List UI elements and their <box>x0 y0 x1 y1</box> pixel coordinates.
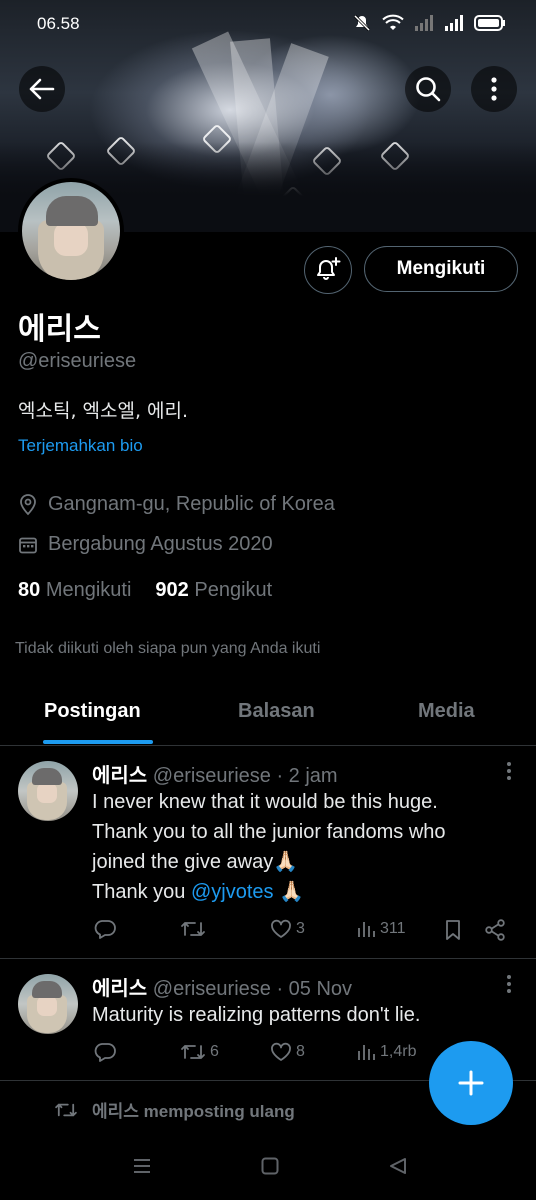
follow-counts: 80 Mengikuti 902 Pengikut <box>18 579 272 602</box>
repost-notice-text: 에리스 memposting ulang <box>92 1102 295 1121</box>
views-count: 311 <box>380 920 406 937</box>
more-vertical-icon <box>491 77 497 101</box>
profile-tabs: Postingan Balasan Media <box>0 690 536 746</box>
home-icon[interactable] <box>260 1156 280 1176</box>
followers-label: Pengikut <box>194 579 273 601</box>
bookmark-icon <box>446 920 460 940</box>
compose-post-button[interactable] <box>429 1041 513 1125</box>
post-text-line: joined the give away🙏🏻 <box>92 851 299 873</box>
post-author-name: 에리스 <box>92 763 148 787</box>
tab-media[interactable]: Media <box>418 700 475 723</box>
like-count: 8 <box>296 1043 305 1060</box>
back-button[interactable] <box>19 66 65 112</box>
joined-text: Bergabung Agustus 2020 <box>48 533 273 555</box>
post-text: I never knew that it would be this huge.… <box>92 787 522 907</box>
views-icon <box>358 1045 375 1060</box>
like-button[interactable]: 8 <box>270 1042 305 1062</box>
post-author-handle: @eriseuriese <box>152 978 271 1000</box>
post-text-segment: Thank you <box>92 881 191 903</box>
search-button[interactable] <box>405 66 451 112</box>
reply-button[interactable] <box>94 1042 120 1062</box>
repost-count: 6 <box>210 1043 219 1060</box>
reply-icon <box>94 1043 116 1062</box>
post-text-line: Thank you @yjvotes 🙏🏻 <box>92 877 522 907</box>
bookmark-button[interactable] <box>444 919 462 941</box>
notification-bell-button[interactable] <box>304 246 352 294</box>
back-arrow-icon <box>29 78 55 100</box>
repost-icon <box>181 1045 205 1059</box>
calendar-icon <box>19 537 37 553</box>
repost-button[interactable]: 6 <box>180 1042 219 1062</box>
repost-button[interactable] <box>180 919 210 939</box>
post-more-icon[interactable] <box>506 761 512 786</box>
post-text-line: I never knew that it would be this huge. <box>92 791 438 813</box>
like-button[interactable]: 3 <box>270 919 305 939</box>
compose-plus-icon <box>458 1070 484 1096</box>
post-text-line: Thank you to all the junior fandoms who <box>92 821 446 843</box>
post-time: · 05 Nov <box>276 978 353 1000</box>
views-button[interactable]: 1,4rb <box>356 1042 416 1062</box>
status-time: 06.58 <box>37 14 80 33</box>
views-button[interactable]: 311 <box>356 919 406 939</box>
post-item[interactable]: 에리스 @eriseuriese · 2 jam I never knew th… <box>0 747 536 959</box>
following-label: Mengikuti <box>45 579 132 601</box>
mention-link[interactable]: @yjvotes <box>191 881 274 903</box>
profile-avatar[interactable] <box>18 178 124 284</box>
profile-handle: @eriseuriese <box>18 350 137 372</box>
signal-icon-1 <box>415 15 433 31</box>
post-header: 에리스 @eriseuriese · 2 jam <box>92 759 338 788</box>
location-text: Gangnam-gu, Republic of Korea <box>48 493 335 515</box>
status-bar: 06.58 <box>0 0 536 48</box>
views-count: 1,4rb <box>380 1043 417 1060</box>
like-icon <box>271 1042 291 1061</box>
profile-location: Gangnam-gu, Republic of Korea <box>18 493 335 516</box>
bell-plus-icon <box>317 257 341 280</box>
post-actions: 3 311 <box>92 919 512 945</box>
followers-link[interactable]: 902 Pengikut <box>155 579 272 602</box>
like-icon <box>271 919 291 938</box>
followers-count: 902 <box>155 579 189 601</box>
post-avatar[interactable] <box>18 974 78 1034</box>
repost-icon <box>181 922 205 936</box>
tab-posts[interactable]: Postingan <box>44 700 141 723</box>
following-button[interactable]: Mengikuti <box>364 246 518 292</box>
battery-icon <box>474 15 505 31</box>
post-time: · 2 jam <box>276 765 338 787</box>
post-text: Maturity is realizing patterns don't lie… <box>92 1004 421 1026</box>
signal-icon-2 <box>445 15 463 31</box>
active-tab-indicator <box>43 740 153 744</box>
profile-name: 에리스 <box>18 312 101 347</box>
share-icon <box>485 919 505 941</box>
not-followed-note: Tidak diikuti oleh siapa pun yang Anda i… <box>15 640 321 657</box>
tab-replies[interactable]: Balasan <box>238 700 315 723</box>
profile-bio: 엑소틱, 엑소엘, 에리. <box>18 400 189 422</box>
reply-button[interactable] <box>94 919 120 939</box>
profile-joined: Bergabung Agustus 2020 <box>18 533 273 556</box>
recent-apps-icon[interactable] <box>132 1156 152 1176</box>
views-icon <box>358 922 375 937</box>
post-author-name: 에리스 <box>92 976 148 1000</box>
share-button[interactable] <box>484 919 506 941</box>
mute-icon <box>353 14 371 32</box>
status-icons <box>352 13 506 33</box>
back-nav-icon[interactable] <box>388 1156 408 1176</box>
translate-bio-link[interactable]: Terjemahkan bio <box>18 436 143 456</box>
post-more-icon[interactable] <box>506 974 512 999</box>
following-count: 80 <box>18 579 41 601</box>
post-avatar[interactable] <box>18 761 78 821</box>
more-options-button[interactable] <box>471 66 517 112</box>
wifi-icon <box>382 14 404 30</box>
following-link[interactable]: 80 Mengikuti <box>18 579 131 602</box>
location-pin-icon <box>20 493 36 515</box>
like-count: 3 <box>296 920 305 937</box>
reply-icon <box>94 920 116 939</box>
system-navigation-bar <box>0 1136 536 1200</box>
repost-icon <box>55 1103 77 1116</box>
search-icon <box>416 77 441 102</box>
repost-notice: 에리스 memposting ulang <box>54 1097 295 1122</box>
post-author-handle: @eriseuriese <box>152 765 271 787</box>
post-text-segment: 🙏🏻 <box>273 881 304 903</box>
post-header: 에리스 @eriseuriese · 05 Nov <box>92 972 352 1001</box>
